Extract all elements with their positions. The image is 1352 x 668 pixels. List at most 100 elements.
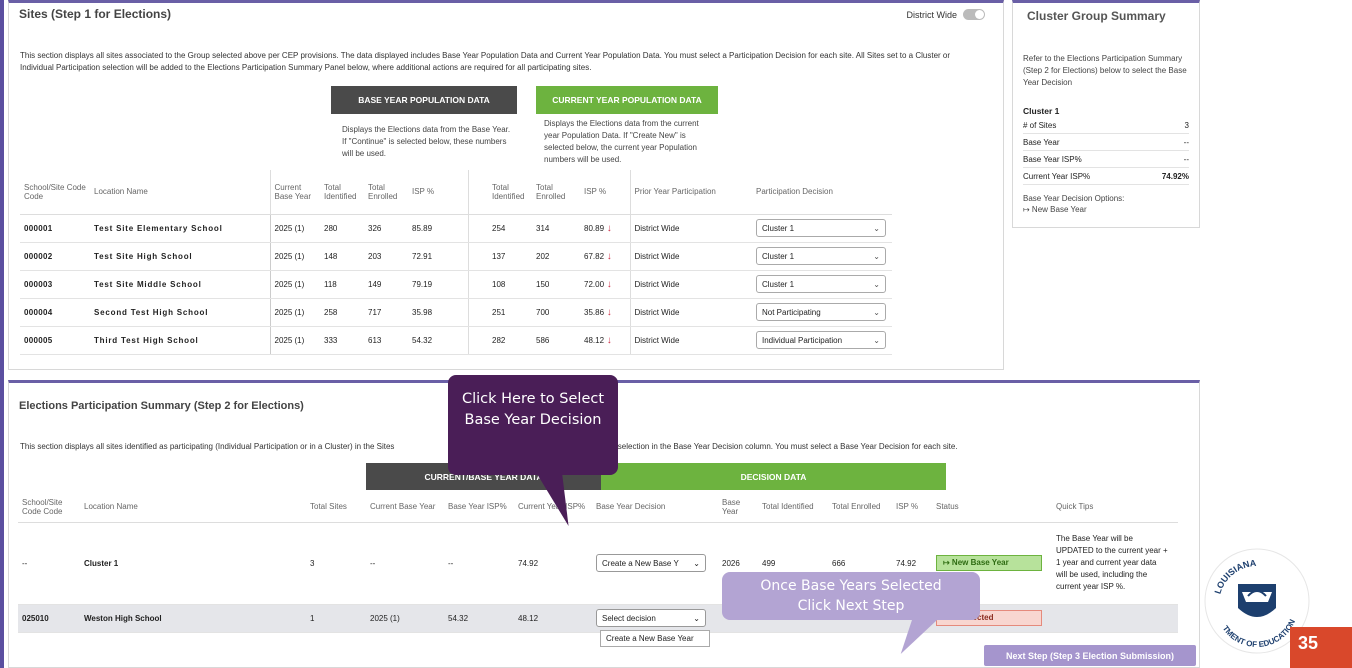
row-spacer (468, 214, 488, 243)
chevron-down-icon: ⌄ (693, 558, 700, 568)
cluster-base-isp-row: Base Year ISP% -- (1023, 155, 1189, 168)
row-sites: 1 (306, 604, 366, 633)
row-current-enrolled: 150 (532, 270, 580, 299)
row-prior-year: District Wide (630, 298, 752, 327)
row-decision: Individual Participation ⌄ (752, 326, 892, 355)
row-code: 025010 (18, 604, 80, 633)
row-current-isp: 35.86 ↓ (580, 298, 631, 327)
select-value: Cluster 1 (762, 279, 795, 289)
callout-next-step-text: Once Base Years Selected Click Next Step (760, 578, 942, 614)
participation-decision-select[interactable]: Individual Participation ⌄ (756, 331, 886, 349)
col2-total-enrolled: Total Enrolled (828, 492, 892, 523)
col-base-enrolled[interactable]: Total Enrolled (364, 170, 408, 215)
current-year-header: CURRENT YEAR POPULATION DATA (536, 86, 718, 114)
row-current-enrolled: 314 (532, 214, 580, 243)
row-current-base: -- (366, 522, 444, 605)
col-participation-decision: Participation Decision (752, 170, 892, 215)
row-decision: Cluster 1 ⌄ (752, 242, 892, 271)
status-badge: ↦ New Base Year (936, 555, 1042, 571)
cluster-base-year-value: -- (1183, 138, 1189, 147)
col2-decision: Base Year Decision (592, 492, 718, 523)
col-base-identified[interactable]: Total Identified (320, 170, 364, 215)
row-decision: Cluster 1 ⌄ (752, 270, 892, 299)
isp-value: 72.00 (584, 279, 605, 289)
col2-current-base-year: Current Base Year (366, 492, 444, 523)
col2-location: Location Name (80, 492, 306, 523)
row-base-enrolled: 149 (364, 270, 408, 299)
col-current-enrolled[interactable]: Total Enrolled (532, 170, 580, 215)
col-base-isp[interactable]: ISP % (408, 170, 469, 215)
cluster-current-isp-label: Current Year ISP% (1023, 172, 1091, 181)
row-current-identified: 108 (488, 270, 532, 299)
row-decision-cell: Create a New Base Y ⌄ (592, 522, 718, 605)
cluster-name: Cluster 1 (1023, 106, 1060, 116)
col-current-isp[interactable]: ISP % (580, 170, 631, 215)
dropdown-option-create-new[interactable]: Create a New Base Year (600, 630, 710, 647)
left-accent-bar (0, 0, 4, 668)
row-current-identified: 282 (488, 326, 532, 355)
quick-tip: The Base Year will be UPDATED to the cur… (1056, 534, 1168, 591)
col-spacer (468, 170, 488, 215)
cluster-base-isp-label: Base Year ISP% (1023, 155, 1082, 164)
base-year-decision-select[interactable]: Create a New Base Y ⌄ (596, 554, 706, 572)
next-step-button[interactable]: Next Step (Step 3 Election Submission) (984, 645, 1196, 666)
row-current-isp: 74.92 (514, 522, 592, 605)
base-year-description: Displays the Elections data from the Bas… (342, 125, 511, 158)
participation-decision-select[interactable]: Cluster 1 ⌄ (756, 275, 886, 293)
participation-decision-select[interactable]: Cluster 1 ⌄ (756, 219, 886, 237)
decision-data-header: DECISION DATA (601, 463, 946, 490)
row-decision: Not Participating ⌄ (752, 298, 892, 327)
row-location: Test Site Middle School (90, 270, 271, 299)
row-spacer (468, 326, 488, 355)
row-current-base: 2025 (1) (366, 604, 444, 633)
cluster-current-isp-row: Current Year ISP% 74.92% (1023, 172, 1189, 185)
table-row: 000003 Test Site Middle School 2025 (1) 118… (20, 270, 892, 299)
arrow-down-icon: ↓ (604, 334, 612, 346)
table-row: 025010 Weston High School 1 2025 (1) 54.… (18, 604, 1178, 633)
col-code[interactable]: School/Site Code Code (20, 170, 90, 215)
row-current-identified: 254 (488, 214, 532, 243)
table-row: 000002 Test Site High School 2025 (1) 148 20… (20, 242, 892, 271)
base-year-header: BASE YEAR POPULATION DATA (331, 86, 517, 114)
row-current-isp: 67.82 ↓ (580, 242, 631, 271)
row-base-year: 2025 (1) (270, 214, 320, 243)
district-wide-toggle[interactable]: District Wide (906, 9, 985, 20)
participation-decision-select[interactable]: Cluster 1 ⌄ (756, 247, 886, 265)
row-location: Test Site High School (90, 242, 271, 271)
base-year-decision-select[interactable]: Select decision ⌄ (596, 609, 706, 627)
row-spacer (468, 242, 488, 271)
cluster-sites-value: 3 (1184, 121, 1189, 130)
row-code: 000002 (20, 242, 90, 271)
isp-value: 80.89 (584, 223, 605, 233)
toggle-switch-icon[interactable] (963, 9, 985, 20)
row-prior-year: District Wide (630, 270, 752, 299)
row-base-identified: 333 (320, 326, 364, 355)
cluster-summary-text: Refer to the Elections Participation Sum… (1023, 54, 1187, 87)
quick-tip (1052, 604, 1178, 633)
row-base-year: 2025 (1) (270, 298, 320, 327)
row-code: 000004 (20, 298, 90, 327)
col-current-identified[interactable]: Total Identified (488, 170, 532, 215)
row-base-isp: -- (444, 522, 514, 605)
isp-value: 67.82 (584, 251, 605, 261)
col-location[interactable]: Location Name (90, 170, 271, 215)
row-current-enrolled: 586 (532, 326, 580, 355)
row-decision: Cluster 1 ⌄ (752, 214, 892, 243)
col2-code: School/Site Code Code (18, 492, 80, 523)
callout-next-step: Once Base Years Selected Click Next Step (722, 572, 980, 620)
elections-description-start: This section displays all sites identifi… (20, 442, 395, 451)
chevron-down-icon: ⌄ (873, 223, 880, 233)
select-value: Select decision (602, 613, 656, 623)
row-code: 000001 (20, 214, 90, 243)
col-current-base-year[interactable]: Current Base Year (270, 170, 320, 215)
participation-decision-select[interactable]: Not Participating ⌄ (756, 303, 886, 321)
row-sites: 3 (306, 522, 366, 605)
row-base-isp: 35.98 (408, 298, 469, 327)
chevron-down-icon: ⌄ (873, 307, 880, 317)
row-base-isp: 54.32 (444, 604, 514, 633)
cluster-sites-row: # of Sites 3 (1023, 121, 1189, 134)
sites-description: This section displays all sites associat… (20, 51, 951, 72)
select-value: Individual Participation (762, 335, 843, 345)
row-prior-year: District Wide (630, 326, 752, 355)
col2-total-identified: Total Identified (758, 492, 828, 523)
